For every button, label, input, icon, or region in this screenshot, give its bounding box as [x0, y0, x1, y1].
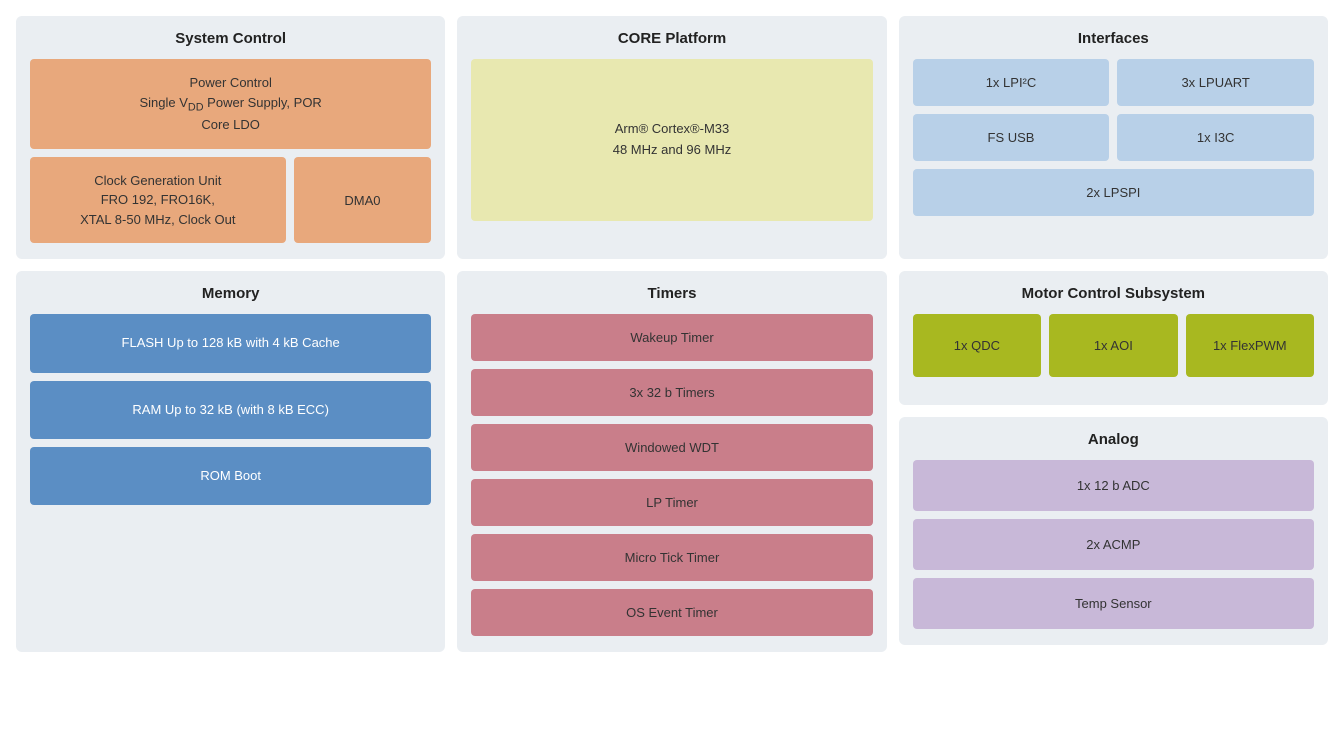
timer-osevent: OS Event Timer — [471, 589, 872, 636]
mem-flash: FLASH Up to 128 kB with 4 kB Cache — [30, 314, 431, 372]
arm-line2: 48 MHz and 96 MHz — [613, 142, 732, 157]
right-bottom-column: Motor Control Subsystem 1x QDC 1x AOI 1x… — [899, 271, 1328, 652]
main-grid: System Control Power Control Single VDD … — [16, 16, 1328, 652]
timer-lp: LP Timer — [471, 479, 872, 526]
arm-cortex-block: Arm® Cortex®-M33 48 MHz and 96 MHz — [471, 59, 872, 221]
timer-microtick: Micro Tick Timer — [471, 534, 872, 581]
panel-motor-control: Motor Control Subsystem 1x QDC 1x AOI 1x… — [899, 271, 1328, 405]
timer-wakeup: Wakeup Timer — [471, 314, 872, 361]
clock-line1: Clock Generation Unit — [94, 173, 221, 188]
motor-aoi: 1x AOI — [1049, 314, 1177, 377]
analog-acmp: 2x ACMP — [913, 519, 1314, 570]
panel-timers: Timers Wakeup Timer 3x 32 b Timers Windo… — [457, 271, 886, 652]
mem-rom: ROM Boot — [30, 447, 431, 505]
motor-grid: 1x QDC 1x AOI 1x FlexPWM — [913, 314, 1314, 377]
dma-label: DMA0 — [344, 193, 380, 208]
iface-lpuart: 3x LPUART — [1117, 59, 1314, 106]
motor-control-title: Motor Control Subsystem — [913, 285, 1314, 302]
power-line1: Power Control — [189, 75, 271, 90]
iface-lpi2c: 1x LPI²C — [913, 59, 1110, 106]
system-control-title: System Control — [30, 30, 431, 47]
clock-block: Clock Generation Unit FRO 192, FRO16K, X… — [30, 157, 286, 244]
power-control-block: Power Control Single VDD Power Supply, P… — [30, 59, 431, 149]
motor-qdc: 1x QDC — [913, 314, 1041, 377]
interfaces-title: Interfaces — [913, 30, 1314, 47]
arm-line1: Arm® Cortex®-M33 — [615, 121, 730, 136]
iface-fusb: FS USB — [913, 114, 1110, 161]
clock-line2: FRO 192, FRO16K, — [101, 192, 215, 207]
mem-ram: RAM Up to 32 kB (with 8 kB ECC) — [30, 381, 431, 439]
panel-interfaces: Interfaces 1x LPI²C 3x LPUART FS USB 1x … — [899, 16, 1328, 259]
dma-block: DMA0 — [294, 157, 432, 244]
analog-title: Analog — [913, 431, 1314, 448]
timer-32b: 3x 32 b Timers — [471, 369, 872, 416]
power-line2: Single VDD Power Supply, POR — [140, 95, 322, 110]
panel-memory: Memory FLASH Up to 128 kB with 4 kB Cach… — [16, 271, 445, 652]
analog-temp: Temp Sensor — [913, 578, 1314, 629]
timers-title: Timers — [471, 285, 872, 302]
iface-i3c: 1x I3C — [1117, 114, 1314, 161]
analog-adc: 1x 12 b ADC — [913, 460, 1314, 511]
interfaces-grid: 1x LPI²C 3x LPUART FS USB 1x I3C 2x LPSP… — [913, 59, 1314, 216]
iface-lpspi: 2x LPSPI — [913, 169, 1314, 216]
clock-line3: XTAL 8-50 MHz, Clock Out — [80, 212, 235, 227]
panel-system-control: System Control Power Control Single VDD … — [16, 16, 445, 259]
panel-analog: Analog 1x 12 b ADC 2x ACMP Temp Sensor — [899, 417, 1328, 645]
memory-title: Memory — [30, 285, 431, 302]
timer-wdt: Windowed WDT — [471, 424, 872, 471]
panel-core-platform: CORE Platform Arm® Cortex®-M33 48 MHz an… — [457, 16, 886, 259]
power-line3: Core LDO — [201, 117, 260, 132]
core-platform-title: CORE Platform — [471, 30, 872, 47]
sc-bottom-row: Clock Generation Unit FRO 192, FRO16K, X… — [30, 157, 431, 244]
motor-flexpwm: 1x FlexPWM — [1186, 314, 1314, 377]
